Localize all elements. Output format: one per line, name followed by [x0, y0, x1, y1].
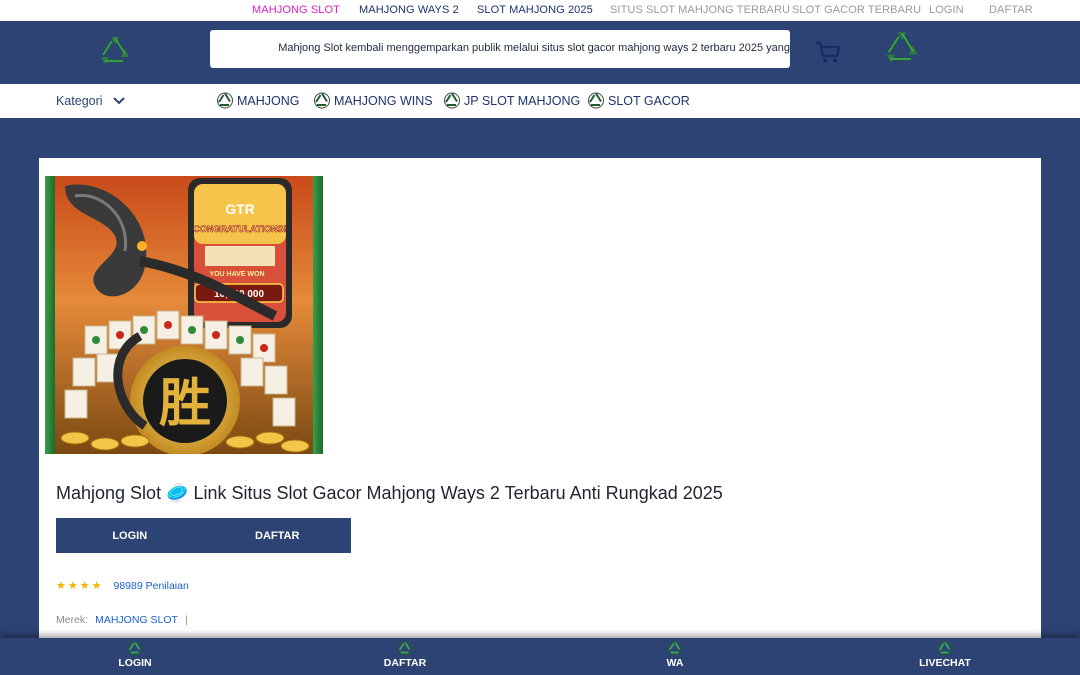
news-ticker: Mahjong Slot kembali menggemparkan publi… [210, 30, 790, 68]
top-link-bar: MAHJONG SLOT MAHJONG WAYS 2 SLOT MAHJONG… [0, 0, 1080, 21]
brand-label: Merek: [56, 614, 89, 626]
star-icon: ★ [67, 580, 78, 592]
top-link-login[interactable]: LOGIN [929, 4, 964, 16]
top-link-mahjong-ways-2[interactable]: MAHJONG WAYS 2 [359, 4, 459, 16]
nav-item-label: SLOT GACOR [608, 93, 690, 108]
star-icon: ★ [79, 580, 90, 592]
brand-row: Merek: MAHJONG SLOT | [56, 614, 188, 626]
top-link-daftar[interactable]: DAFTAR [989, 4, 1033, 16]
recycle-icon [127, 641, 143, 656]
bottom-nav-label: WA [666, 657, 684, 669]
ticker-text: Mahjong Slot kembali menggemparkan publi… [278, 42, 790, 54]
chevron-down-icon [112, 97, 125, 105]
recycle-icon [397, 641, 413, 656]
rating-row: ★ ★ ★ ★ 98989 Penilaian [56, 579, 189, 593]
nav-item-label: JP SLOT MAHJONG [464, 93, 581, 108]
recycle-icon [314, 92, 330, 109]
nav-item-mahjong-wins[interactable]: MAHJONG WINS [313, 92, 433, 109]
recycle-icon[interactable] [97, 35, 133, 69]
product-title: Mahjong Slot 🥏 Link Situs Slot Gacor Mah… [56, 483, 723, 503]
bottom-nav-wa[interactable]: WA [625, 641, 725, 669]
recycle-icon[interactable] [882, 30, 922, 68]
product-image[interactable]: GTR CONGRATULATIONS! YOU HAVE WON 10,000… [45, 176, 323, 454]
brand-link[interactable]: MAHJONG SLOT [95, 614, 178, 626]
recycle-icon [217, 92, 233, 109]
bottom-nav-label: DAFTAR [383, 657, 427, 669]
nav-item-slot-gacor[interactable]: SLOT GACOR [587, 92, 690, 109]
top-link-mahjong-slot[interactable]: MAHJONG SLOT [252, 4, 340, 16]
recycle-icon [667, 641, 683, 656]
nav-item-label: MAHJONG [237, 93, 300, 108]
recycle-icon [937, 641, 953, 656]
star-icon: ★ [56, 580, 66, 592]
cart-icon[interactable] [814, 40, 842, 64]
bottom-nav-daftar[interactable]: DAFTAR [355, 641, 455, 669]
top-link-slot-mahjong-2025[interactable]: SLOT MAHJONG 2025 [477, 4, 593, 16]
bottom-nav-livechat[interactable]: LIVECHAT [895, 641, 995, 669]
category-nav: Kategori MAHJONG MAHJONG WINS JP SLOT MA… [0, 84, 1080, 118]
bottom-nav-label: LIVECHAT [919, 657, 971, 669]
top-link-slot-gacor-terbaru[interactable]: SLOT GACOR TERBARU [792, 4, 921, 16]
svg-text:胜: 胜 [159, 373, 211, 434]
daftar-button[interactable]: DAFTAR [204, 518, 352, 553]
image-sub: YOU HAVE WON [209, 271, 264, 278]
image-headline: CONGRATULATIONS! [193, 224, 286, 234]
auth-buttons: LOGIN DAFTAR [56, 518, 351, 553]
site-header: Mahjong Slot kembali menggemparkan publi… [0, 21, 1080, 84]
bottom-nav: LOGIN DAFTAR WA LIVECHAT [0, 638, 1080, 675]
image-brand: GTR [225, 201, 255, 217]
bottom-nav-label: LOGIN [118, 657, 152, 669]
nav-item-jp-slot-mahjong[interactable]: JP SLOT MAHJONG [443, 92, 580, 109]
product-card: GTR CONGRATULATIONS! YOU HAVE WON 10,000… [39, 158, 1041, 638]
brand-separator: | [184, 614, 188, 626]
kategori-dropdown[interactable]: Kategori [56, 94, 125, 108]
top-link-situs-slot-mahjong-terbaru[interactable]: SITUS SLOT MAHJONG TERBARU [610, 4, 790, 16]
nav-item-label: MAHJONG WINS [334, 93, 433, 108]
rating-count[interactable]: 98989 Penilaian [114, 580, 189, 592]
kategori-label: Kategori [56, 94, 103, 108]
star-icon: ★ [91, 580, 102, 592]
nav-item-mahjong[interactable]: MAHJONG [216, 92, 300, 109]
login-button[interactable]: LOGIN [56, 518, 204, 553]
bottom-nav-login[interactable]: LOGIN [85, 641, 185, 669]
recycle-icon [588, 92, 604, 109]
recycle-icon [444, 92, 460, 109]
